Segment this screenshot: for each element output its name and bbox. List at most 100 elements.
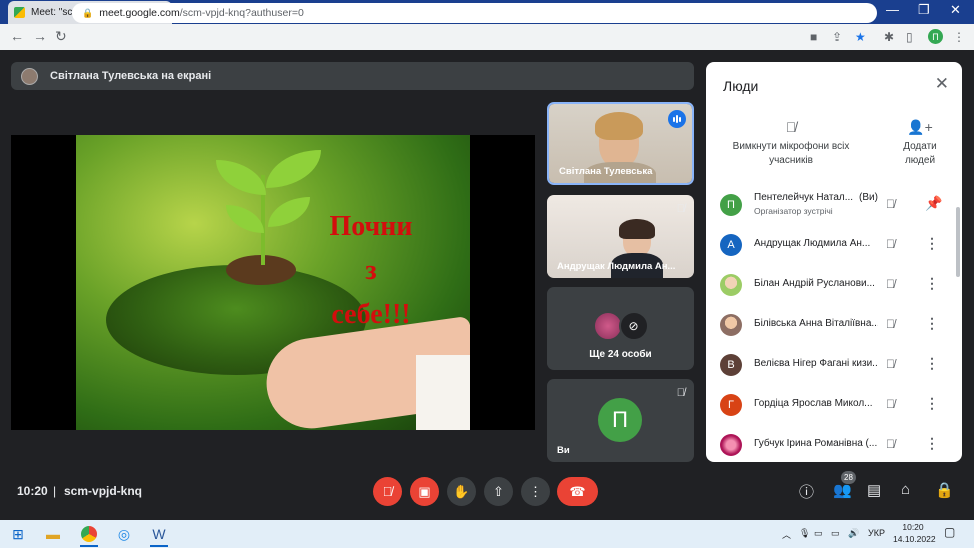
- raise-hand-button[interactable]: ✋: [447, 477, 476, 506]
- participant-avatar: Г: [720, 394, 742, 416]
- participant-name: Пентелейчук Натал...: [754, 192, 854, 203]
- person-add-icon: 👤+: [907, 119, 933, 135]
- edge-icon[interactable]: ◎: [113, 523, 135, 545]
- more-options-icon[interactable]: ⋮: [925, 435, 939, 452]
- more-options-icon[interactable]: ⋮: [925, 395, 939, 412]
- meeting-info-icon[interactable]: ⓘ: [799, 481, 814, 502]
- share-icon[interactable]: ⇪: [832, 30, 842, 44]
- self-avatar: П: [598, 398, 642, 442]
- separator: |: [53, 484, 57, 498]
- leaf: [216, 160, 266, 195]
- participant-row[interactable]: Губчук Ірина Романівна (... 🎙̸ ⋮: [706, 425, 954, 462]
- mic-toggle-button[interactable]: 🎙̸: [373, 477, 402, 506]
- add-people-button[interactable]: 👤+ Додати людей: [892, 120, 948, 168]
- back-icon[interactable]: ←: [10, 28, 24, 44]
- close-panel-icon[interactable]: ✕: [935, 74, 949, 94]
- presenter-banner-text: Світлана Тулевська на екрані: [50, 70, 212, 82]
- tray-mic-icon[interactable]: 🎙: [799, 528, 810, 539]
- panel-scrollbar[interactable]: [956, 207, 960, 277]
- tile-name: Світлана Тулевська: [559, 166, 653, 177]
- mic-off-icon[interactable]: 🎙̸: [886, 237, 895, 251]
- participant-avatar: [720, 274, 742, 296]
- mic-off-icon: 🎙̸: [886, 197, 895, 211]
- minimize-icon[interactable]: —: [886, 2, 899, 17]
- participant-row[interactable]: В Велієва Нігер Фагані кизи... 🎙̸ ⋮: [706, 345, 954, 385]
- you-label: (Ви): [859, 192, 878, 203]
- camera-in-use-icon[interactable]: ■: [810, 30, 817, 44]
- participant-avatar: [720, 434, 742, 456]
- tray-meet-icon[interactable]: ▭: [814, 528, 823, 539]
- participant-row[interactable]: Г Гордіца Ярослав Микол... 🎙̸ ⋮: [706, 385, 954, 425]
- slide-text-line: себе!!!: [331, 299, 411, 330]
- add-people-label: людей: [904, 155, 936, 166]
- camera-toggle-button[interactable]: ▣: [410, 477, 439, 506]
- url-host: meet.google.com: [99, 7, 180, 19]
- mic-off-icon[interactable]: 🎙̸: [886, 437, 895, 451]
- more-options-icon[interactable]: ⋮: [925, 275, 939, 292]
- start-icon[interactable]: ⊞: [7, 523, 29, 545]
- more-participants-label: Ще 24 особи: [589, 349, 652, 360]
- more-options-icon[interactable]: ⋮: [925, 235, 939, 252]
- bookmark-star-icon[interactable]: ★: [855, 30, 866, 44]
- side-panel-icon[interactable]: ▯: [906, 30, 913, 44]
- chrome-icon[interactable]: [78, 523, 100, 547]
- browser-menu-icon[interactable]: ⋮: [953, 30, 965, 44]
- participant-name: Білан Андрій Русланови...: [754, 278, 875, 289]
- mic-off-icon[interactable]: 🎙̸: [886, 357, 895, 371]
- mute-all-label: учасників: [769, 155, 813, 166]
- self-tile[interactable]: П 🎙̸ Ви: [547, 379, 694, 462]
- reload-icon[interactable]: ↻: [55, 28, 67, 45]
- participant-tile[interactable]: Світлана Тулевська: [547, 102, 694, 185]
- presentation-slide: Почни з себе!!!: [76, 135, 470, 430]
- tile-name: Андрущак Людмила Ан...: [557, 261, 676, 272]
- address-bar[interactable]: 🔒 meet.google.com/scm-vpjd-knq?authuser=…: [72, 3, 877, 23]
- restore-icon[interactable]: ❐: [918, 2, 930, 18]
- speaking-indicator-icon: [668, 110, 686, 128]
- forward-icon[interactable]: →: [33, 28, 47, 44]
- more-options-icon[interactable]: ⋮: [925, 355, 939, 372]
- language-indicator[interactable]: УКР: [868, 528, 885, 538]
- activities-icon[interactable]: ⌂: [901, 481, 910, 498]
- participant-name: Велієва Нігер Фагані кизи...: [754, 358, 878, 369]
- pin-icon[interactable]: 📌: [925, 195, 942, 212]
- mute-all-button[interactable]: 🎙̸ Вимкнути мікрофони всіх учасників: [726, 120, 856, 168]
- participant-row[interactable]: Білан Андрій Русланови... 🎙̸ ⋮: [706, 265, 954, 305]
- profile-avatar[interactable]: П: [928, 29, 943, 44]
- panel-title: Люди: [723, 78, 759, 94]
- more-options-icon[interactable]: ⋮: [925, 315, 939, 332]
- taskbar-clock[interactable]: 10:20 14.10.2022: [893, 521, 936, 545]
- participant-avatar: П: [720, 194, 742, 216]
- extensions-icon[interactable]: ✱: [884, 30, 894, 44]
- host-controls-icon[interactable]: 🔒: [935, 481, 954, 499]
- mic-off-icon[interactable]: 🎙̸: [886, 277, 895, 291]
- word-icon[interactable]: W: [148, 523, 170, 547]
- people-panel: Люди ✕ 🎙̸ Вимкнути мікрофони всіх учасни…: [706, 62, 962, 462]
- mic-off-icon[interactable]: 🎙̸: [886, 397, 895, 411]
- present-screen-button[interactable]: ⇧: [484, 477, 513, 506]
- tray-overflow-icon[interactable]: ︿: [782, 528, 791, 541]
- participant-avatar: А: [720, 234, 742, 256]
- leaf: [268, 197, 310, 227]
- mic-off-icon: 🎙̸: [676, 203, 685, 215]
- clock-date: 14.10.2022: [893, 534, 936, 544]
- mute-all-label: Вимкнути мікрофони всіх: [732, 141, 850, 152]
- participant-row[interactable]: П Пентелейчук Натал... (Ви) Організатор …: [706, 185, 954, 225]
- more-participants-tile[interactable]: ⊘ Ще 24 особи: [547, 287, 694, 370]
- volume-icon[interactable]: 🔊: [848, 528, 859, 539]
- file-explorer-icon[interactable]: ▬: [42, 523, 64, 545]
- participant-name: Білівська Анна Віталіївна...: [754, 318, 878, 329]
- participant-name: Губчук Ірина Романівна (...: [754, 438, 878, 449]
- network-icon[interactable]: ▭: [831, 528, 840, 539]
- participant-tile[interactable]: 🎙̸ Андрущак Людмила Ан...: [547, 195, 694, 278]
- hangup-icon: ☎: [569, 483, 586, 499]
- mic-off-icon: 🎙̸: [382, 484, 393, 499]
- mic-off-icon[interactable]: 🎙̸: [886, 317, 895, 331]
- tile-name: Ви: [557, 445, 570, 456]
- chat-icon[interactable]: ▤: [867, 481, 881, 499]
- participant-row[interactable]: Білівська Анна Віталіївна... 🎙̸ ⋮: [706, 305, 954, 345]
- participant-row[interactable]: А Андрущак Людмила Ан... 🎙̸ ⋮: [706, 225, 954, 265]
- notifications-icon[interactable]: ▢: [944, 525, 955, 539]
- more-options-button[interactable]: ⋮: [521, 477, 550, 506]
- leave-call-button[interactable]: ☎: [557, 477, 598, 506]
- close-window-icon[interactable]: ✕: [950, 2, 961, 18]
